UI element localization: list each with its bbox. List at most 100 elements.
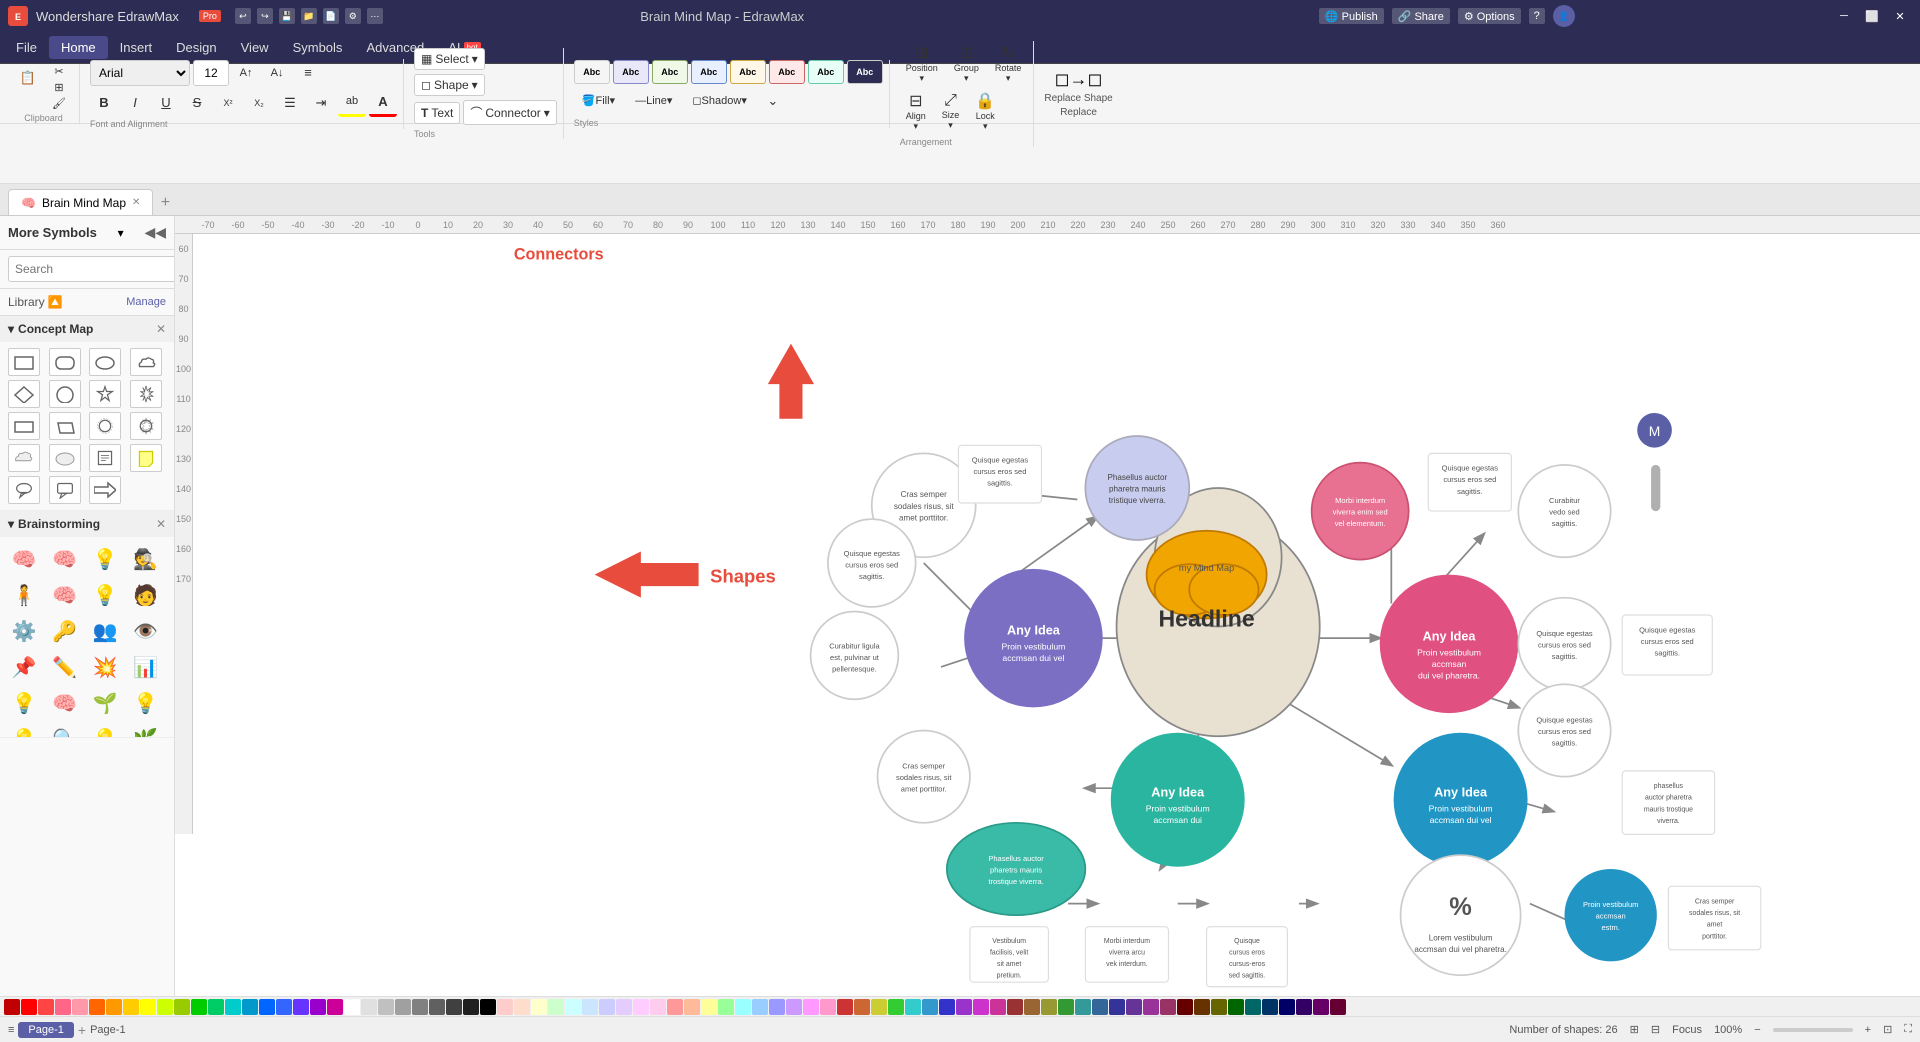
text-node-bottom-2[interactable]: Morbi interdum viverra arcu vek interdum… (1085, 927, 1168, 982)
cut-button[interactable]: ✂ (45, 64, 73, 78)
color-swatch[interactable] (208, 999, 224, 1015)
color-swatch[interactable] (565, 999, 581, 1015)
person-icon-2[interactable]: 🧍 (8, 579, 40, 611)
color-swatch[interactable] (1245, 999, 1261, 1015)
color-swatch[interactable] (497, 999, 513, 1015)
format-painter-button[interactable]: 🖌 (45, 96, 73, 110)
indent-button[interactable]: ⇥ (307, 89, 335, 117)
font-color-button[interactable]: A (369, 89, 397, 117)
connector-dropdown[interactable]: ⌒ Connector ▾ (463, 100, 556, 125)
node-n3[interactable]: Any Idea Proin vestibulum accmsan dui (1111, 733, 1245, 867)
shape-rect2[interactable] (8, 412, 40, 440)
fullscreen-button[interactable]: ⛶ (1904, 1023, 1912, 1036)
more-button[interactable]: ⋯ (367, 8, 383, 24)
menu-symbols[interactable]: Symbols (281, 36, 355, 59)
brain-icon-1[interactable]: 🧠 (8, 543, 40, 575)
font-family-select[interactable]: Arial (90, 60, 190, 86)
color-swatch[interactable] (191, 999, 207, 1015)
shape-burst3[interactable] (130, 412, 162, 440)
shape-sticky[interactable] (130, 444, 162, 472)
shape-parallelogram[interactable] (49, 412, 81, 440)
add-tab-button[interactable]: + (153, 191, 177, 215)
text-node-3[interactable]: Quisque egestas cursus eros sed sagittis… (1622, 615, 1712, 675)
color-swatch[interactable] (820, 999, 836, 1015)
color-swatch[interactable] (1330, 999, 1346, 1015)
lightbulb-icon-1[interactable]: 💡 (89, 543, 121, 575)
color-swatch[interactable] (480, 999, 496, 1015)
color-swatch[interactable] (1109, 999, 1125, 1015)
shape-burst2[interactable] (89, 412, 121, 440)
fit-page-button[interactable]: ⊡ (1883, 1023, 1892, 1036)
node-n1[interactable]: Any Idea Proin vestibulum accmsan dui ve… (964, 569, 1103, 708)
increase-font-button[interactable]: A↑ (232, 59, 260, 87)
publish-button[interactable]: 🌐 Publish (1319, 8, 1384, 24)
color-swatch[interactable] (837, 999, 853, 1015)
rotate-button[interactable]: ↻ Rotate ▾ (989, 41, 1028, 86)
shadow-button[interactable]: ◻ Shadow ▾ (684, 87, 754, 115)
help-button[interactable]: ? (1529, 8, 1545, 24)
color-swatch[interactable] (1160, 999, 1176, 1015)
align-button[interactable]: ⊟ Align ▾ (900, 89, 932, 134)
undo-button[interactable]: ↩ (235, 8, 251, 24)
shape-cloud[interactable] (130, 348, 162, 376)
style-swatch-5[interactable]: Abc (730, 60, 766, 84)
color-swatch[interactable] (1296, 999, 1312, 1015)
color-swatch[interactable] (293, 999, 309, 1015)
options-button[interactable]: ⚙ Options (1458, 8, 1521, 24)
text-node-right-1[interactable]: phasellus auctor pharetra mauris trostiq… (1622, 771, 1714, 835)
color-swatch[interactable] (174, 999, 190, 1015)
color-swatch[interactable] (157, 999, 173, 1015)
color-swatch[interactable] (769, 999, 785, 1015)
color-swatch[interactable] (684, 999, 700, 1015)
node-s4[interactable]: Curabitur ligula est, pulvinar ut pellen… (811, 612, 899, 700)
color-swatch[interactable] (1024, 999, 1040, 1015)
shape-cloud2[interactable] (8, 444, 40, 472)
close-button[interactable]: ✕ (1888, 6, 1912, 26)
concept-map-header[interactable]: ▾ Concept Map ✕ (0, 316, 174, 342)
main-canvas[interactable]: Connectors Shapes (193, 234, 1920, 996)
color-swatch[interactable] (55, 999, 71, 1015)
color-swatch[interactable] (446, 999, 462, 1015)
color-swatch[interactable] (956, 999, 972, 1015)
color-swatch[interactable] (616, 999, 632, 1015)
node-s8[interactable]: Quisque egestas cursus eros sed sagittis… (1518, 598, 1610, 690)
replace-shape-icon[interactable]: ◻→◻ (1055, 69, 1103, 90)
color-swatch[interactable] (905, 999, 921, 1015)
color-swatch[interactable] (72, 999, 88, 1015)
color-swatch[interactable] (38, 999, 54, 1015)
font-size-input[interactable] (193, 60, 229, 86)
color-swatch[interactable] (990, 999, 1006, 1015)
menu-design[interactable]: Design (164, 36, 228, 59)
color-swatch[interactable] (395, 999, 411, 1015)
search-brain-icon[interactable]: 🔍 (49, 723, 81, 737)
shape-rounded-rect[interactable] (49, 348, 81, 376)
share-button[interactable]: 🔗 Share (1392, 8, 1450, 24)
color-swatch[interactable] (1007, 999, 1023, 1015)
color-swatch[interactable] (276, 999, 292, 1015)
color-swatch[interactable] (599, 999, 615, 1015)
shape-oval2[interactable] (49, 444, 81, 472)
node-pct[interactable]: % Lorem vestibulum accmsan dui vel phare… (1401, 855, 1521, 975)
concept-map-close[interactable]: ✕ (156, 322, 166, 336)
expand-styles-button[interactable]: ⌄ (759, 87, 787, 115)
color-swatch[interactable] (531, 999, 547, 1015)
colorful-brain-icon[interactable]: 🧠 (49, 687, 81, 719)
lock-button[interactable]: 🔒 Lock ▾ (969, 89, 1001, 134)
subscript-button[interactable]: X₂ (245, 89, 273, 117)
line-button[interactable]: — Line ▾ (627, 87, 680, 115)
shape-arrow[interactable] (89, 476, 121, 504)
color-swatch[interactable] (973, 999, 989, 1015)
shape-diamond[interactable] (8, 380, 40, 408)
lightbulb-icon-4[interactable]: 💡 (8, 723, 40, 737)
settings-button[interactable]: ⚙ (345, 8, 361, 24)
node-s5[interactable]: Cras semper sodales risus, sit amet port… (878, 730, 970, 822)
text-align-button[interactable]: ≡ (294, 59, 322, 87)
text-node-bottom-1[interactable]: Vestibulum facilisis, velit sit amet pre… (970, 927, 1049, 982)
node-s7[interactable]: Curabitur vedo sed sagittis. (1518, 465, 1610, 557)
save-button[interactable]: 💾 (279, 8, 295, 24)
color-swatch[interactable] (344, 999, 360, 1015)
page-tab-button[interactable]: Page-1 (18, 1022, 73, 1038)
color-swatch[interactable] (429, 999, 445, 1015)
diagram-tab[interactable]: 🧠 Brain Mind Map ✕ (8, 189, 153, 215)
node-n2[interactable]: Any Idea Proin vestibulum accmsan dui ve… (1380, 575, 1519, 714)
